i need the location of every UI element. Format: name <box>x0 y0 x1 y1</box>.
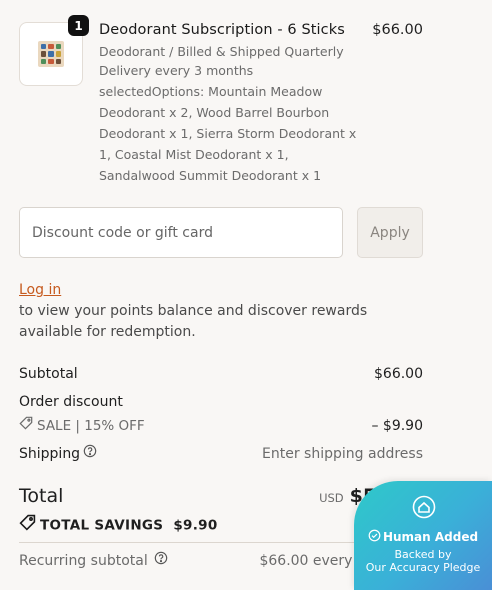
product-plan: Deodorant / Billed & Shipped Quarterly <box>99 44 344 59</box>
shipping-label: Shipping <box>19 446 81 462</box>
order-discount-row: Order discount <box>19 390 423 414</box>
product-info: Deodorant Subscription - 6 Sticks Deodor… <box>99 18 359 186</box>
recurring-label: Recurring subtotal <box>19 553 148 569</box>
sale-label: SALE | 15% OFF <box>37 418 145 434</box>
pledge-subtitle: Backed by <box>394 548 452 561</box>
product-image <box>38 41 64 67</box>
product-price: $66.00 <box>372 22 423 38</box>
sale-discount-row: SALE | 15% OFF – $9.90 <box>19 414 423 438</box>
discount-form: Apply <box>19 207 423 258</box>
product-options: selectedOptions: Mountain Meadow Deodora… <box>99 84 357 183</box>
login-prompt: Log in to view your points balance and d… <box>19 279 423 343</box>
total-savings: TOTAL SAVINGS $9.90 <box>19 514 218 537</box>
order-discount-label: Order discount <box>19 394 123 410</box>
sale-value: – $9.90 <box>371 418 423 434</box>
product-delivery: Delivery every 3 months <box>99 63 254 78</box>
quantity-badge: 1 <box>68 15 89 36</box>
subtotal-value: $66.00 <box>374 366 423 382</box>
order-summary: Subtotal $66.00 Order discount SALE | 15… <box>19 362 423 466</box>
help-icon[interactable] <box>83 442 97 466</box>
login-note: to view your points balance and discover… <box>19 303 368 340</box>
total-label: Total <box>19 485 64 507</box>
tag-icon <box>19 414 33 438</box>
subtotal-row: Subtotal $66.00 <box>19 362 423 386</box>
login-link[interactable]: Log in <box>19 280 61 300</box>
savings-value: $9.90 <box>173 517 218 534</box>
pledge-title: Human Added <box>354 529 492 546</box>
help-icon[interactable] <box>154 549 168 573</box>
check-circle-icon <box>368 529 381 546</box>
apply-discount-button[interactable]: Apply <box>357 207 423 258</box>
shipping-row: Shipping Enter shipping address <box>19 442 423 466</box>
house-shield-icon <box>412 495 436 523</box>
pledge-title-text: Human Added <box>382 530 479 544</box>
pledge-subtitle-2: Our Accuracy Pledge <box>365 561 481 574</box>
subtotal-label: Subtotal <box>19 366 78 382</box>
shipping-value: Enter shipping address <box>262 446 423 462</box>
accuracy-pledge-badge[interactable]: Human Added Backed by Our Accuracy Pledg… <box>354 481 492 590</box>
savings-label: TOTAL SAVINGS <box>40 517 164 534</box>
total-currency: USD <box>319 491 344 505</box>
discount-code-input[interactable] <box>19 207 343 258</box>
product-title: Deodorant Subscription - 6 Sticks <box>99 22 345 38</box>
savings-tag-icon <box>19 514 36 537</box>
